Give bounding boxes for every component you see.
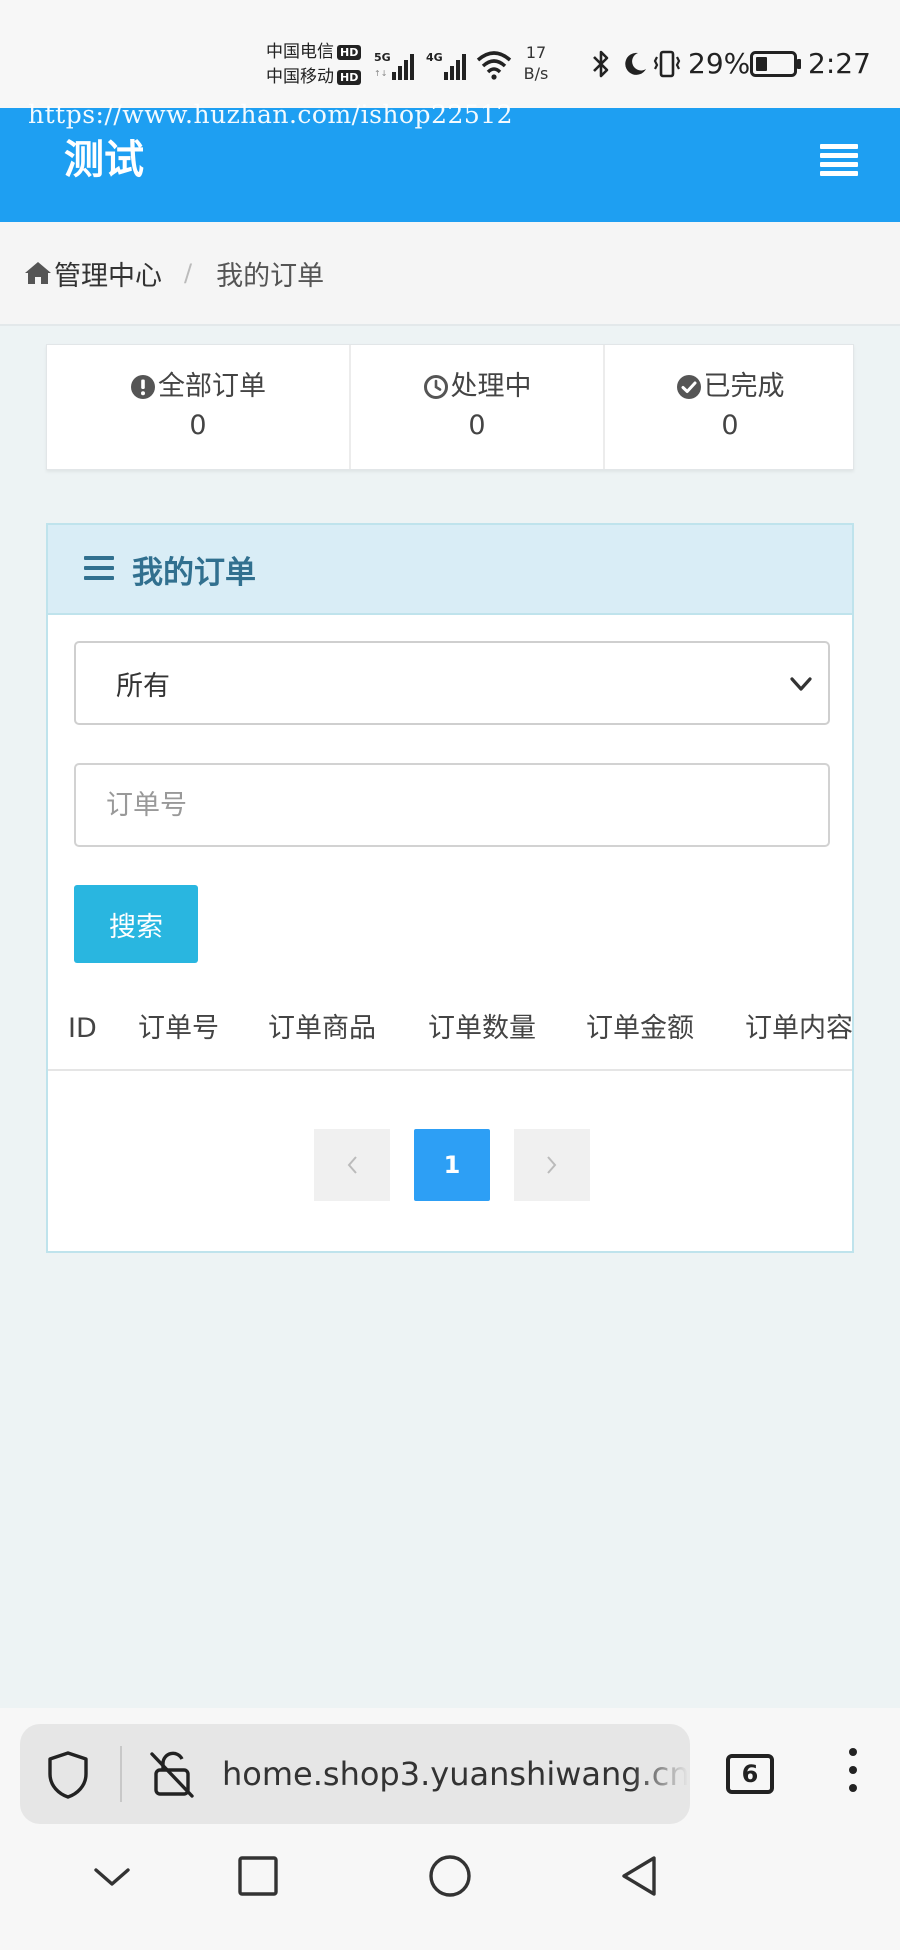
check-circle-icon <box>676 375 701 399</box>
stat-label: 全部订单 <box>158 371 266 402</box>
hd-badge: HD <box>337 70 362 85</box>
svg-text:4G: 4G <box>426 51 443 64</box>
watermark-url: https://www.huzhan.com/ishop22512 <box>28 100 514 129</box>
net-speed-value: 17 <box>525 43 547 62</box>
breadcrumb-current: 我的订单 <box>216 260 325 292</box>
url-text[interactable]: home.shop3.yuanshiwang.cn/user <box>222 1752 688 1796</box>
do-not-disturb-moon-icon <box>625 52 646 75</box>
more-menu-button[interactable] <box>846 1748 860 1800</box>
insecure-lock-icon[interactable] <box>148 1748 198 1800</box>
order-status-select[interactable]: 所有 <box>74 641 830 725</box>
stat-label: 处理中 <box>450 371 532 402</box>
pagination-next-button[interactable] <box>514 1129 590 1201</box>
stat-processing[interactable]: 处理中 0 <box>349 345 603 469</box>
exclamation-circle-icon <box>131 375 155 399</box>
address-bar-divider <box>120 1746 122 1802</box>
order-number-input[interactable] <box>74 763 830 847</box>
breadcrumb-separator: / <box>184 259 193 287</box>
pagination-page-1[interactable]: 1 <box>414 1129 490 1201</box>
status-bar: 中国电信 HD 中国移动 HD 5G ↑↓ 4G 17 B/s 29% 2:27 <box>0 0 900 108</box>
vibrate-icon <box>653 50 681 78</box>
column-header-order-quantity: 订单数量 <box>428 1013 536 1044</box>
carrier-1: 中国电信 <box>266 42 334 62</box>
signal-4g-icon: 4G <box>426 51 466 80</box>
browser-toolbar: home.shop3.yuanshiwang.cn/user 6 <box>0 1708 900 1828</box>
column-header-id: ID <box>68 1013 97 1044</box>
chevron-right-icon <box>547 1156 557 1174</box>
orders-table-header: ID 订单号 订单商品 订单数量 订单金额 订单内容 <box>48 995 852 1071</box>
bluetooth-icon <box>593 50 609 78</box>
stat-value: 0 <box>189 410 207 441</box>
list-bars-icon <box>84 556 114 582</box>
breadcrumb: 管理中心 / 我的订单 <box>0 222 900 326</box>
column-header-order-amount: 订单金额 <box>586 1013 694 1044</box>
svg-text:5G: 5G <box>374 51 391 64</box>
pagination-prev-button[interactable] <box>314 1129 390 1201</box>
menu-icon <box>820 144 858 149</box>
net-speed: 17 B/s <box>516 42 556 84</box>
battery-percent: 29% <box>688 47 751 80</box>
carrier-2: 中国移动 <box>266 67 334 87</box>
hd-badge: HD <box>337 45 362 60</box>
site-title[interactable]: 测试 <box>64 136 144 184</box>
chevron-left-icon <box>347 1156 357 1174</box>
chevron-down-icon[interactable] <box>88 1852 136 1900</box>
svg-text:↑↓: ↑↓ <box>374 69 387 78</box>
home-icon <box>25 262 51 284</box>
home-circle-icon[interactable] <box>426 1852 474 1900</box>
stat-label: 已完成 <box>703 371 785 402</box>
carrier-info: 中国电信 HD 中国移动 HD <box>266 40 374 90</box>
column-header-order-content: 订单内容 <box>745 1013 852 1044</box>
shield-icon[interactable] <box>46 1750 90 1800</box>
order-stats-card: 全部订单 0 处理中 0 已完成 0 <box>46 344 854 470</box>
chevron-down-icon <box>790 677 812 691</box>
panel-title: 我的订单 <box>132 554 256 591</box>
my-orders-panel: 我的订单 所有 搜索 ID 订单号 订单商品 订单数量 订单金额 订单内容 1 <box>46 523 854 1253</box>
search-button[interactable]: 搜索 <box>74 885 198 963</box>
breadcrumb-home-link[interactable]: 管理中心 <box>54 254 162 293</box>
stat-value: 0 <box>721 410 739 441</box>
net-speed-unit: B/s <box>523 64 549 83</box>
stat-value: 0 <box>468 410 486 441</box>
address-bar[interactable]: home.shop3.yuanshiwang.cn/user <box>20 1724 690 1824</box>
more-vertical-icon <box>849 1748 857 1756</box>
panel-heading: 我的订单 <box>48 525 852 615</box>
signal-5g-icon: 5G ↑↓ <box>374 51 414 80</box>
menu-toggle-button[interactable] <box>820 144 858 180</box>
recent-apps-icon[interactable] <box>234 1852 282 1900</box>
tab-switcher-button[interactable]: 6 <box>726 1754 774 1794</box>
wifi-icon <box>476 51 512 80</box>
select-value: 所有 <box>116 670 170 702</box>
stat-completed[interactable]: 已完成 0 <box>603 345 855 469</box>
clock-icon <box>423 375 448 399</box>
stat-all-orders[interactable]: 全部订单 0 <box>47 345 349 469</box>
system-navigation-bar <box>0 1828 900 1950</box>
clock: 2:27 <box>808 47 871 80</box>
battery-icon <box>750 51 801 77</box>
column-header-order-goods: 订单商品 <box>268 1013 376 1044</box>
column-header-order-number: 订单号 <box>138 1013 219 1044</box>
back-triangle-icon[interactable] <box>616 1852 664 1900</box>
